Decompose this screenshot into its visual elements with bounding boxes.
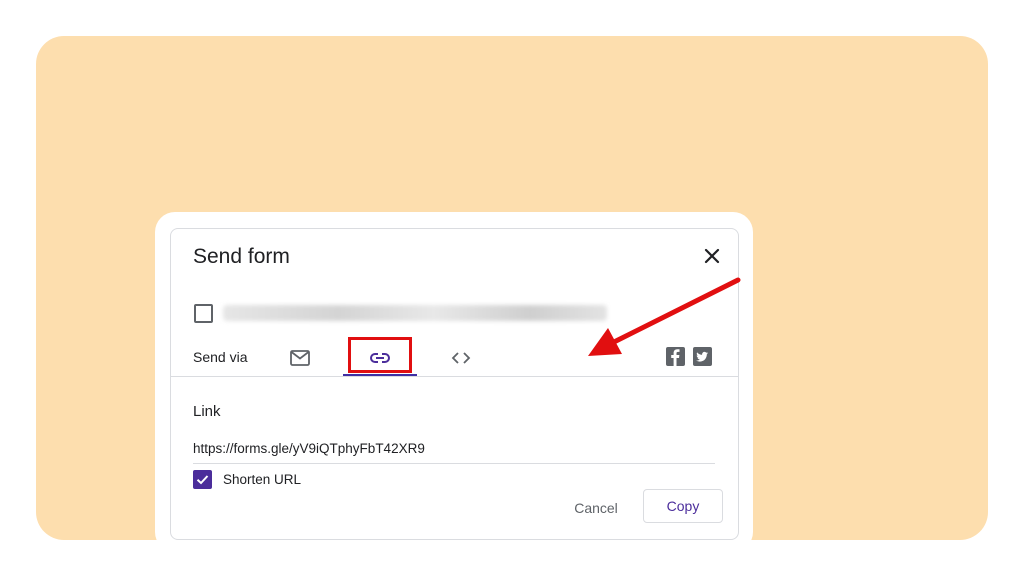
link-section-label: Link (193, 403, 221, 420)
blurred-text (223, 305, 607, 321)
tab-embed[interactable] (439, 339, 483, 377)
link-url-text: https://forms.gle/yV9iQTphyFbT42XR9 (193, 441, 425, 456)
red-arrow-annotation (588, 277, 741, 356)
link-url-field[interactable]: https://forms.gle/yV9iQTphyFbT42XR9 (193, 439, 715, 464)
shorten-url-checkbox[interactable] (193, 470, 212, 489)
email-icon (290, 350, 310, 366)
check-icon (196, 475, 209, 485)
copy-button[interactable]: Copy (643, 489, 723, 523)
shorten-url-label: Shorten URL (223, 472, 302, 487)
collect-emails-checkbox[interactable] (194, 304, 213, 323)
embed-icon (451, 352, 471, 364)
divider (171, 376, 738, 377)
cancel-button[interactable]: Cancel (564, 491, 628, 525)
send-via-label: Send via (193, 349, 248, 365)
link-tab-highlight-box (348, 337, 412, 373)
close-icon[interactable] (701, 245, 723, 267)
dialog-title: Send form (193, 245, 290, 268)
tab-email[interactable] (279, 339, 321, 377)
